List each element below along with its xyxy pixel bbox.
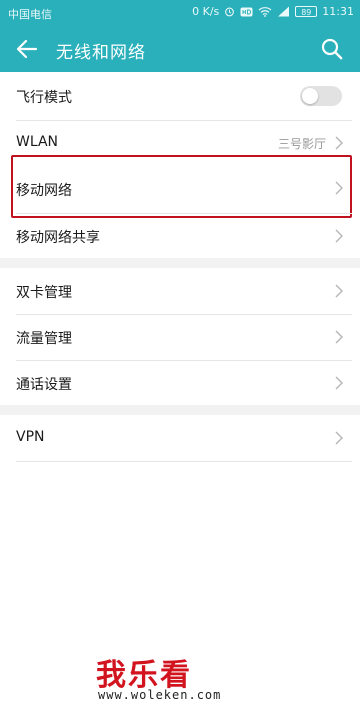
setting-vpn[interactable]: VPN [0,415,360,461]
setting-mobile-network-sharing[interactable]: 移动网络共享 [0,214,360,258]
signal-icon [278,6,290,17]
chevron-right-icon [335,136,343,150]
chevron-right-icon [335,330,343,344]
setting-label: WLAN [16,134,59,150]
setting-call-settings[interactable]: 通话设置 [0,361,360,405]
setting-data-usage[interactable]: 流量管理 [0,315,360,360]
setting-label: VPN [16,429,45,445]
airplane-mode-toggle[interactable] [300,86,342,106]
status-icons: 0 K/s 89 11:31 [192,5,354,18]
setting-dual-sim[interactable]: 双卡管理 [0,268,360,314]
setting-label: 移动网络共享 [16,230,100,246]
setting-label: 通话设置 [16,377,72,393]
watermark-url: www.woleken.com [98,688,222,702]
group-gap [0,405,360,415]
chevron-right-icon [335,431,343,445]
setting-label: 飞行模式 [16,90,72,106]
setting-label: 双卡管理 [16,285,72,301]
carrier-label: 中国电信 [8,8,52,21]
arrow-left-icon[interactable] [14,36,40,62]
clock: 11:31 [322,5,354,18]
app-bar: 无线和网络 [0,26,360,72]
battery-icon: 89 [295,6,318,17]
search-icon[interactable] [320,37,344,61]
setting-label: 流量管理 [16,331,72,347]
wifi-icon [258,7,272,17]
chevron-right-icon [335,229,343,243]
wlan-ssid: 三号影厅 [277,137,326,151]
setting-airplane-mode[interactable]: 飞行模式 [0,72,360,120]
page-title: 无线和网络 [56,43,146,63]
highlight-box [11,155,352,218]
chevron-right-icon [335,284,343,298]
status-bar: 中国电信 0 K/s 89 11:31 [0,0,360,26]
chevron-right-icon [335,376,343,390]
group-gap [0,258,360,268]
alarm-icon [225,7,235,17]
hd-icon [240,7,253,16]
network-speed: 0 K/s [192,5,220,18]
toggle-knob [302,88,318,104]
divider [16,461,352,462]
watermark: 我乐看 www.woleken.com [96,650,266,705]
